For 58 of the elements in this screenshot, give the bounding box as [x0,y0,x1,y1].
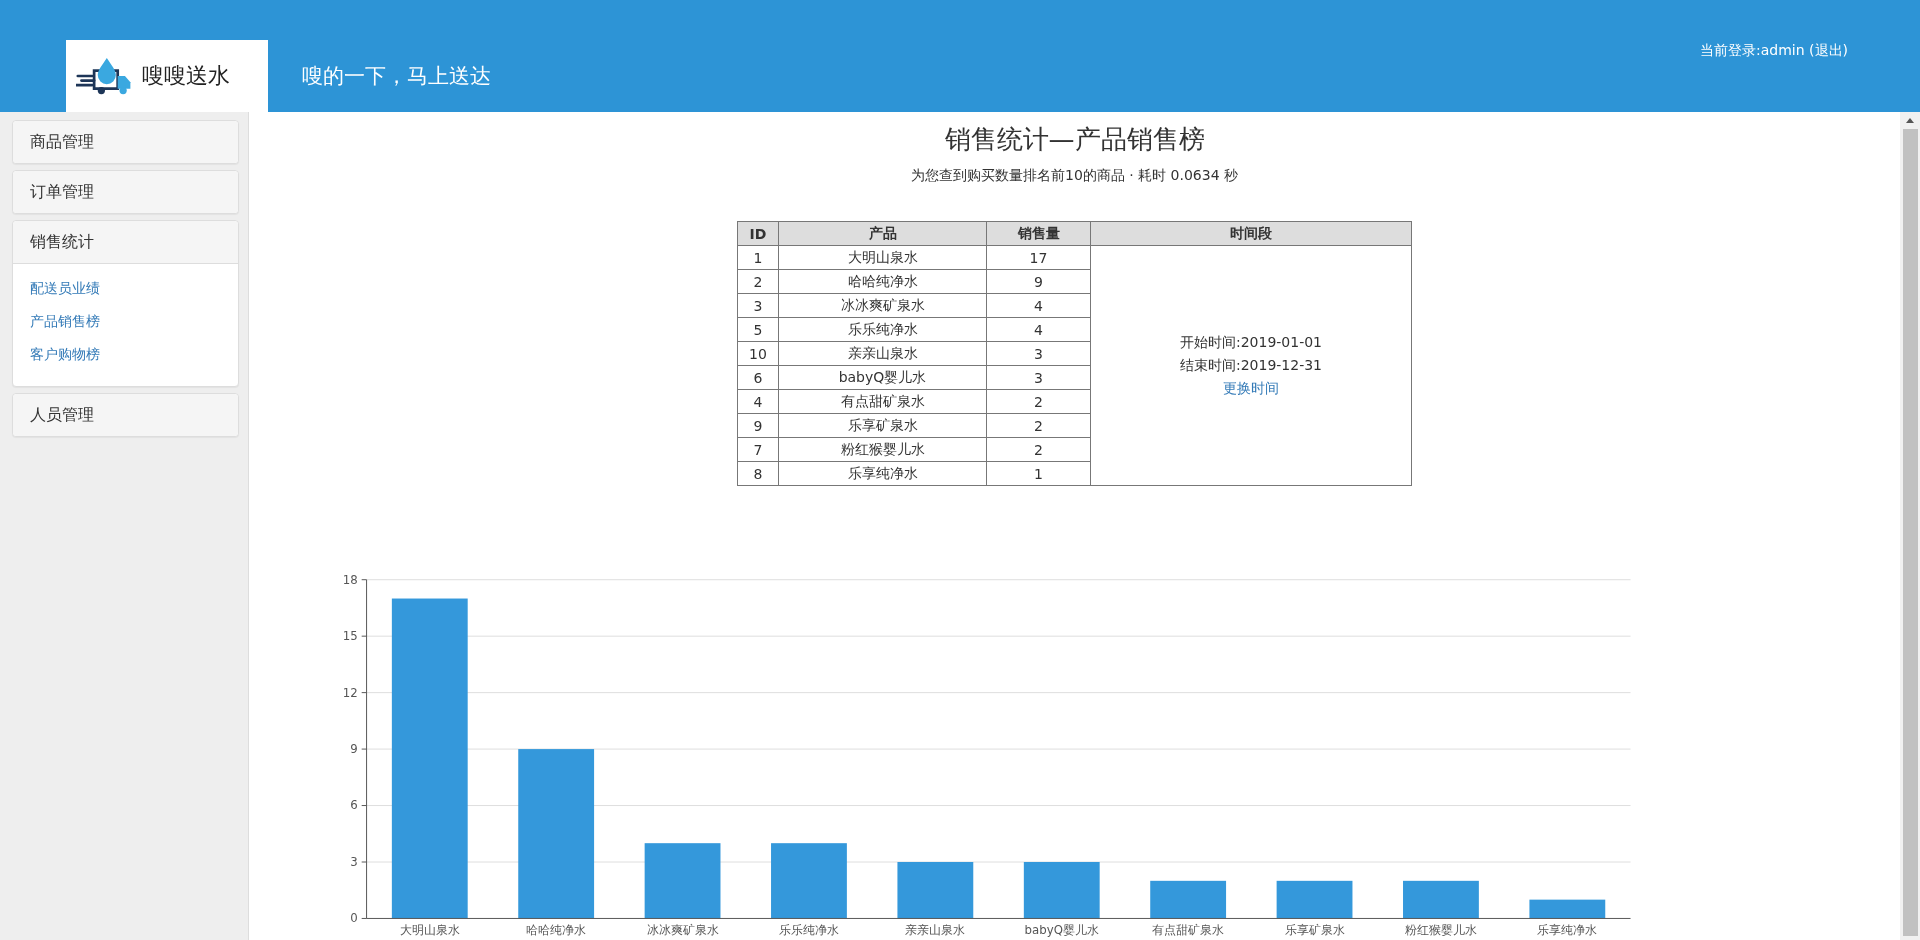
table-cell: 亲亲山泉水 [778,341,987,366]
slogan: 嗖的一下，马上送达 [302,63,491,90]
table-cell: 粉红猴婴儿水 [778,437,987,462]
page-title: 销售统计—产品销售榜 [944,123,1205,156]
start-date: 开始时间:2019-01-01 [1178,333,1324,352]
x-tick-label: 粉红猴婴儿水 [1404,923,1477,938]
menu-link[interactable]: 配送员业绩 [30,278,221,298]
y-tick-label: 9 [350,742,358,756]
table-cell: 10 [737,341,779,366]
table-cell: 有点甜矿泉水 [778,389,987,414]
y-tick-label: 3 [350,854,358,869]
menu-group[interactable]: 订单管理 [13,171,238,213]
menu-group[interactable]: 商品管理 [13,121,238,163]
x-tick-label: 乐享矿泉水 [1284,923,1345,938]
table-cell: 6 [737,365,779,390]
table-cell: 1 [737,245,779,270]
menu-group[interactable]: 销售统计 [13,221,238,264]
menu-link[interactable]: 客户购物榜 [30,344,221,364]
table-cell: 2 [737,269,779,294]
table-cell: 4 [737,389,779,414]
table-cell: 7 [737,437,779,462]
menu-group[interactable]: 人员管理 [13,394,238,436]
column-header: 销售量 [986,221,1091,246]
table-cell: 8 [737,461,779,486]
table-cell: 冰冰爽矿泉水 [778,293,987,318]
menu-link[interactable]: 产品销售榜 [30,311,221,331]
table-cell: 哈哈纯净水 [778,269,987,294]
table-cell: 大明山泉水 [778,245,987,270]
table-cell: 3 [737,293,779,318]
table-cell: 9 [737,413,779,438]
result-summary: 为您查到购买数量排名前10的商品 · 耗时 0.0634 秒 [910,167,1239,185]
y-tick-label: 15 [342,629,358,644]
x-tick-label: 乐乐纯净水 [778,923,839,938]
table-cell: 乐享矿泉水 [778,413,987,438]
y-tick-label: 0 [350,911,358,926]
end-date: 结束时间:2019-12-31 [1178,356,1324,375]
x-tick-label: 乐享纯净水 [1537,923,1598,938]
x-tick-label: 有点甜矿泉水 [1152,923,1225,938]
logo[interactable]: 嗖嗖送水 [66,40,268,112]
table-cell: 乐享纯净水 [778,461,987,486]
column-header: ID [737,221,779,246]
column-header: 时间段 [1090,221,1412,246]
table-cell: 5 [737,317,779,342]
x-tick-label: 大明山泉水 [399,923,460,938]
table-cell: 乐乐纯净水 [778,317,987,342]
table-cell: 17 [986,245,1091,270]
x-tick-label: 冰冰爽矿泉水 [646,923,719,938]
y-tick-label: 18 [342,572,358,587]
change-time-link[interactable]: 更换时间 [1091,377,1411,400]
logo-text: 嗖嗖送水 [142,62,230,90]
table-cell: babyQ婴儿水 [778,365,987,390]
column-header: 产品 [778,221,987,246]
x-tick-label: 哈哈纯净水 [526,923,587,938]
y-tick-label: 12 [342,685,358,700]
x-tick-label: 亲亲山泉水 [905,923,966,938]
x-tick-label: babyQ婴儿水 [1024,923,1099,938]
scroll-up-icon[interactable] [1906,118,1914,123]
y-tick-label: 6 [350,798,358,813]
